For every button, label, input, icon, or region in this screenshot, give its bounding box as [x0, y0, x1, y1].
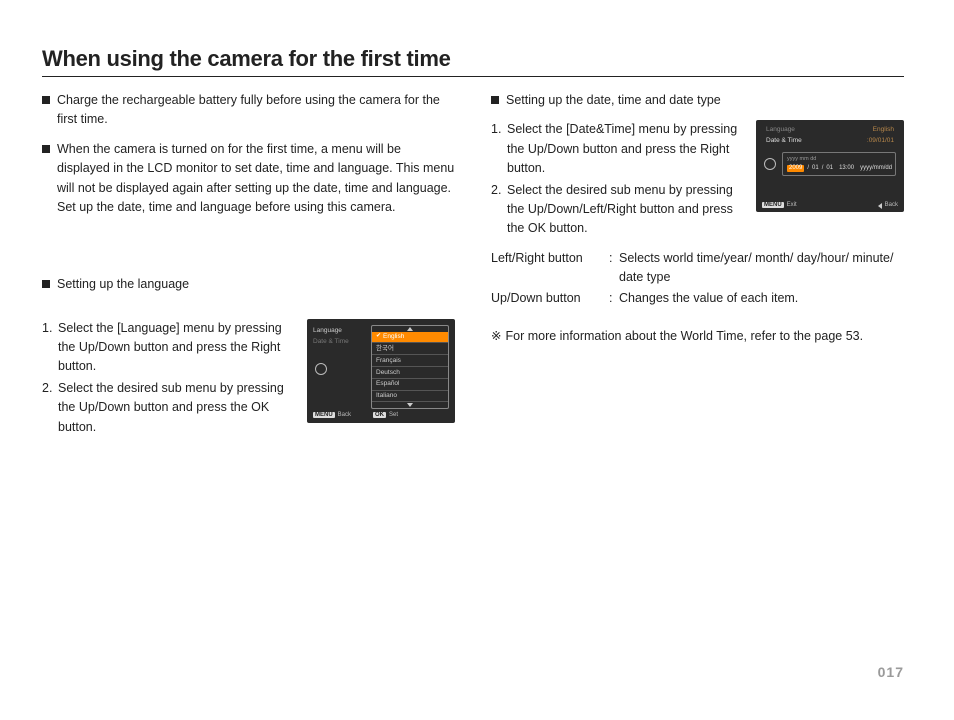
lcd-row-label: Language — [766, 126, 795, 134]
square-bullet-icon — [42, 145, 50, 153]
section-heading: Setting up the language — [42, 275, 455, 294]
reference-mark-icon: ※ — [491, 329, 501, 343]
check-icon: ✔ — [376, 333, 381, 340]
square-bullet-icon — [42, 280, 50, 288]
lcd-set-hint: OKSet — [373, 412, 398, 419]
bullet-text: Charge the rechargeable battery fully be… — [57, 91, 455, 130]
chevron-down-icon — [407, 403, 413, 407]
step: 1.Select the [Language] menu by pressing… — [42, 319, 293, 377]
left-column: Charge the rechargeable battery fully be… — [42, 91, 455, 439]
button-definitions: Left/Right button : Selects world time/y… — [491, 249, 904, 309]
section-heading-text: Setting up the language — [57, 275, 455, 294]
note: ※ For more information about the World Ti… — [491, 327, 904, 346]
square-bullet-icon — [491, 96, 499, 104]
section-heading-text: Setting up the date, time and date type — [506, 91, 904, 110]
lcd-datetime-figure: Language English Date & Time :09/01/01 y… — [756, 120, 904, 212]
title-rule — [42, 76, 904, 77]
lcd-option: Deutsch — [372, 367, 448, 379]
def-value: Changes the value of each item. — [619, 289, 904, 308]
lcd-menu-datetime: Date & Time — [313, 338, 371, 346]
mode-dial-icon — [764, 158, 776, 170]
lcd-time: 13:00 — [839, 165, 854, 172]
def-value: Selects world time/year/ month/ day/hour… — [619, 249, 904, 288]
def-label: Left/Right button — [491, 249, 609, 288]
def-colon: : — [609, 249, 619, 288]
lcd-option: 한국어 — [372, 343, 448, 355]
page-number: 017 — [878, 664, 904, 680]
lcd-date-editor: yyyy mm dd 2009 / 01 / 01 13:00 yyyy/mm — [782, 152, 896, 176]
ok-tag-icon: OK — [373, 412, 386, 418]
lcd-option-selected: ✔English — [372, 332, 448, 344]
step-text: Select the desired sub menu by pressing … — [58, 379, 293, 437]
right-column: Setting up the date, time and date type … — [491, 91, 904, 439]
lcd-option: Español — [372, 379, 448, 391]
note-text: For more information about the World Tim… — [505, 329, 863, 343]
step-text: Select the [Language] menu by pressing t… — [58, 319, 293, 377]
step-text: Select the desired sub menu by pressing … — [507, 181, 742, 239]
lcd-year-selected: 2009 — [787, 165, 804, 172]
step: 1.Select the [Date&Time] menu by pressin… — [491, 120, 742, 178]
lcd-option-label: English — [383, 333, 404, 341]
lcd-row-datetime: Date & Time :09/01/01 — [766, 137, 894, 145]
lcd-row-language: Language English — [766, 126, 894, 134]
page-title: When using the camera for the first time — [42, 46, 904, 72]
lcd-row-value: English — [873, 126, 894, 134]
sep: / — [807, 165, 809, 172]
section-heading: Setting up the date, time and date type — [491, 91, 904, 110]
arrow-left-icon — [878, 203, 882, 209]
lcd-month: 01 — [812, 165, 819, 172]
lcd-date-header: yyyy mm dd — [787, 156, 891, 163]
lcd-date-format: yyyy/mm/dd — [860, 165, 892, 172]
menu-tag-icon: MENU — [762, 202, 784, 208]
step-text: Select the [Date&Time] menu by pressing … — [507, 120, 742, 178]
lcd-back-hint: MENUBack — [313, 412, 351, 419]
steps-list: 1.Select the [Language] menu by pressing… — [42, 319, 293, 437]
lcd-day: 01 — [826, 165, 833, 172]
lcd-row-value: :09/01/01 — [867, 137, 894, 145]
step: 2.Select the desired sub menu by pressin… — [491, 181, 742, 239]
lcd-set-label: Set — [389, 412, 398, 418]
lcd-back-label: Back — [885, 202, 898, 209]
sep: / — [822, 165, 824, 172]
square-bullet-icon — [42, 96, 50, 104]
step: 2.Select the desired sub menu by pressin… — [42, 379, 293, 437]
lcd-options-panel: ✔English 한국어 Français Deutsch Español It… — [371, 325, 449, 409]
lcd-back-label: Back — [338, 412, 351, 418]
lcd-option: Italiano — [372, 391, 448, 403]
lcd-menu-language: Language — [313, 327, 371, 335]
bullet-item: When the camera is turned on for the fir… — [42, 140, 455, 218]
menu-tag-icon: MENU — [313, 412, 335, 418]
def-colon: : — [609, 289, 619, 308]
lcd-exit-label: Exit — [787, 202, 797, 208]
lcd-back-hint: Back — [878, 202, 898, 209]
def-label: Up/Down button — [491, 289, 609, 308]
lcd-language-figure: Language Date & Time ✔English 한국어 França… — [307, 319, 455, 423]
bullet-text: When the camera is turned on for the fir… — [57, 140, 455, 218]
lcd-row-label: Date & Time — [766, 137, 802, 145]
bullet-item: Charge the rechargeable battery fully be… — [42, 91, 455, 130]
steps-list: 1.Select the [Date&Time] menu by pressin… — [491, 120, 742, 238]
lcd-option: Français — [372, 355, 448, 367]
lcd-exit-hint: MENUExit — [762, 202, 797, 209]
chevron-up-icon — [407, 327, 413, 331]
